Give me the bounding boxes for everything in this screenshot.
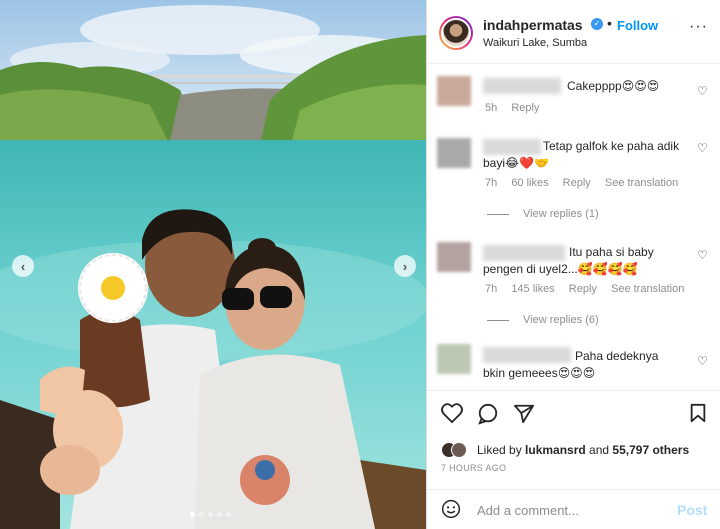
- location-link[interactable]: Waikuri Lake, Sumba: [483, 37, 587, 49]
- comment-text: Cakepppp😍😍😍: [567, 79, 660, 93]
- comment-meta: 7h 60 likes Reply See translation: [485, 177, 689, 189]
- photo-scene: [0, 0, 426, 529]
- next-photo-button[interactable]: ›: [394, 255, 416, 277]
- bookmark-icon[interactable]: [689, 403, 707, 429]
- likes-count[interactable]: 145 likes: [511, 283, 554, 295]
- carousel-dot: [190, 512, 195, 517]
- heart-icon[interactable]: ♡: [697, 84, 708, 98]
- avatar[interactable]: [439, 16, 473, 50]
- username-link[interactable]: indahpermatas: [483, 17, 583, 33]
- reply-link[interactable]: Reply: [569, 283, 597, 295]
- comment-input[interactable]: Add a comment...: [477, 503, 579, 518]
- see-translation-link[interactable]: See translation: [611, 283, 684, 295]
- reply-link[interactable]: Reply: [511, 102, 539, 114]
- carousel-dot: [208, 512, 213, 517]
- liked-by-avatars[interactable]: [441, 442, 471, 458]
- avatar[interactable]: [437, 344, 471, 374]
- share-icon[interactable]: [513, 403, 535, 429]
- carousel-dot: [226, 512, 231, 517]
- avatar: [451, 442, 467, 458]
- carousel-dots: [190, 512, 231, 517]
- reply-link[interactable]: Reply: [563, 177, 591, 189]
- comment-meta: 5h Reply: [485, 102, 550, 114]
- comment-text: Itu paha si baby pengen di uyel2...🥰🥰🥰🥰: [483, 245, 654, 276]
- heart-icon[interactable]: ♡: [697, 248, 708, 262]
- comment-item: Itu paha si baby pengen di uyel2...🥰🥰🥰🥰 …: [427, 240, 720, 335]
- avatar[interactable]: [437, 76, 471, 106]
- comment-item: Paha dedeknya bkin gemeees😍😍😍 ♡: [427, 342, 720, 388]
- carousel-dot: [217, 512, 222, 517]
- see-translation-link[interactable]: See translation: [605, 177, 678, 189]
- post-photo[interactable]: ‹ ›: [0, 0, 426, 529]
- carousel-dot: [199, 512, 204, 517]
- liked-by-and: and: [585, 443, 613, 457]
- separator-dot: •: [607, 15, 612, 31]
- comment-username[interactable]: [483, 78, 561, 94]
- liked-by-prefix: Liked by: [477, 443, 526, 457]
- comment-composer: Add a comment... Post: [427, 489, 720, 529]
- chevron-right-icon: ›: [402, 258, 408, 274]
- chevron-left-icon: ‹: [20, 258, 26, 274]
- comment-item: Tetap galfok ke paha adik bayi😂❤️🤝 7h 60…: [427, 134, 720, 229]
- comment-time: 7h: [485, 177, 498, 189]
- comment-text: Tetap galfok ke paha adik bayi😂❤️🤝: [483, 139, 680, 170]
- avatar[interactable]: [437, 138, 471, 168]
- flower-sticker: [78, 253, 148, 323]
- more-icon[interactable]: ···: [689, 18, 708, 36]
- avatar[interactable]: [437, 242, 471, 272]
- view-replies-label: View replies (1): [523, 208, 599, 220]
- liked-by-text: Liked by lukmansrd and 55,797 others: [477, 443, 689, 457]
- post-header: indahpermatas ✓ • Follow Waikuri Lake, S…: [427, 0, 720, 64]
- likes-count[interactable]: 60 likes: [511, 177, 548, 189]
- post-timestamp: 7 HOURS AGO: [441, 463, 507, 473]
- comment-meta: 7h 145 likes Reply See translation: [485, 283, 695, 295]
- post-comment-button[interactable]: Post: [677, 502, 707, 518]
- verified-icon: ✓: [591, 18, 603, 30]
- comment-item: Cakepppp😍😍😍 5h Reply ♡: [427, 72, 720, 122]
- heart-icon[interactable]: ♡: [697, 141, 708, 155]
- view-replies-button[interactable]: View replies (1): [487, 208, 599, 220]
- comment-icon[interactable]: [477, 403, 499, 431]
- likes-count-link[interactable]: 55,797 others: [612, 443, 689, 457]
- smiley-icon[interactable]: [441, 499, 461, 525]
- heart-icon[interactable]: ♡: [697, 354, 708, 368]
- view-replies-button[interactable]: View replies (6): [487, 314, 599, 326]
- view-replies-label: View replies (6): [523, 314, 599, 326]
- post-actions: Liked by lukmansrd and 55,797 others 7 H…: [427, 390, 720, 528]
- comment-text: Paha dedeknya bkin gemeees😍😍😍: [483, 349, 659, 380]
- comment-time: 5h: [485, 102, 498, 114]
- previous-photo-button[interactable]: ‹: [12, 255, 34, 277]
- liked-by-user-link[interactable]: lukmansrd: [525, 443, 586, 457]
- comment-time: 7h: [485, 283, 498, 295]
- heart-icon[interactable]: [441, 403, 463, 429]
- post-panel: indahpermatas ✓ • Follow Waikuri Lake, S…: [426, 0, 720, 529]
- follow-button[interactable]: Follow: [617, 18, 658, 33]
